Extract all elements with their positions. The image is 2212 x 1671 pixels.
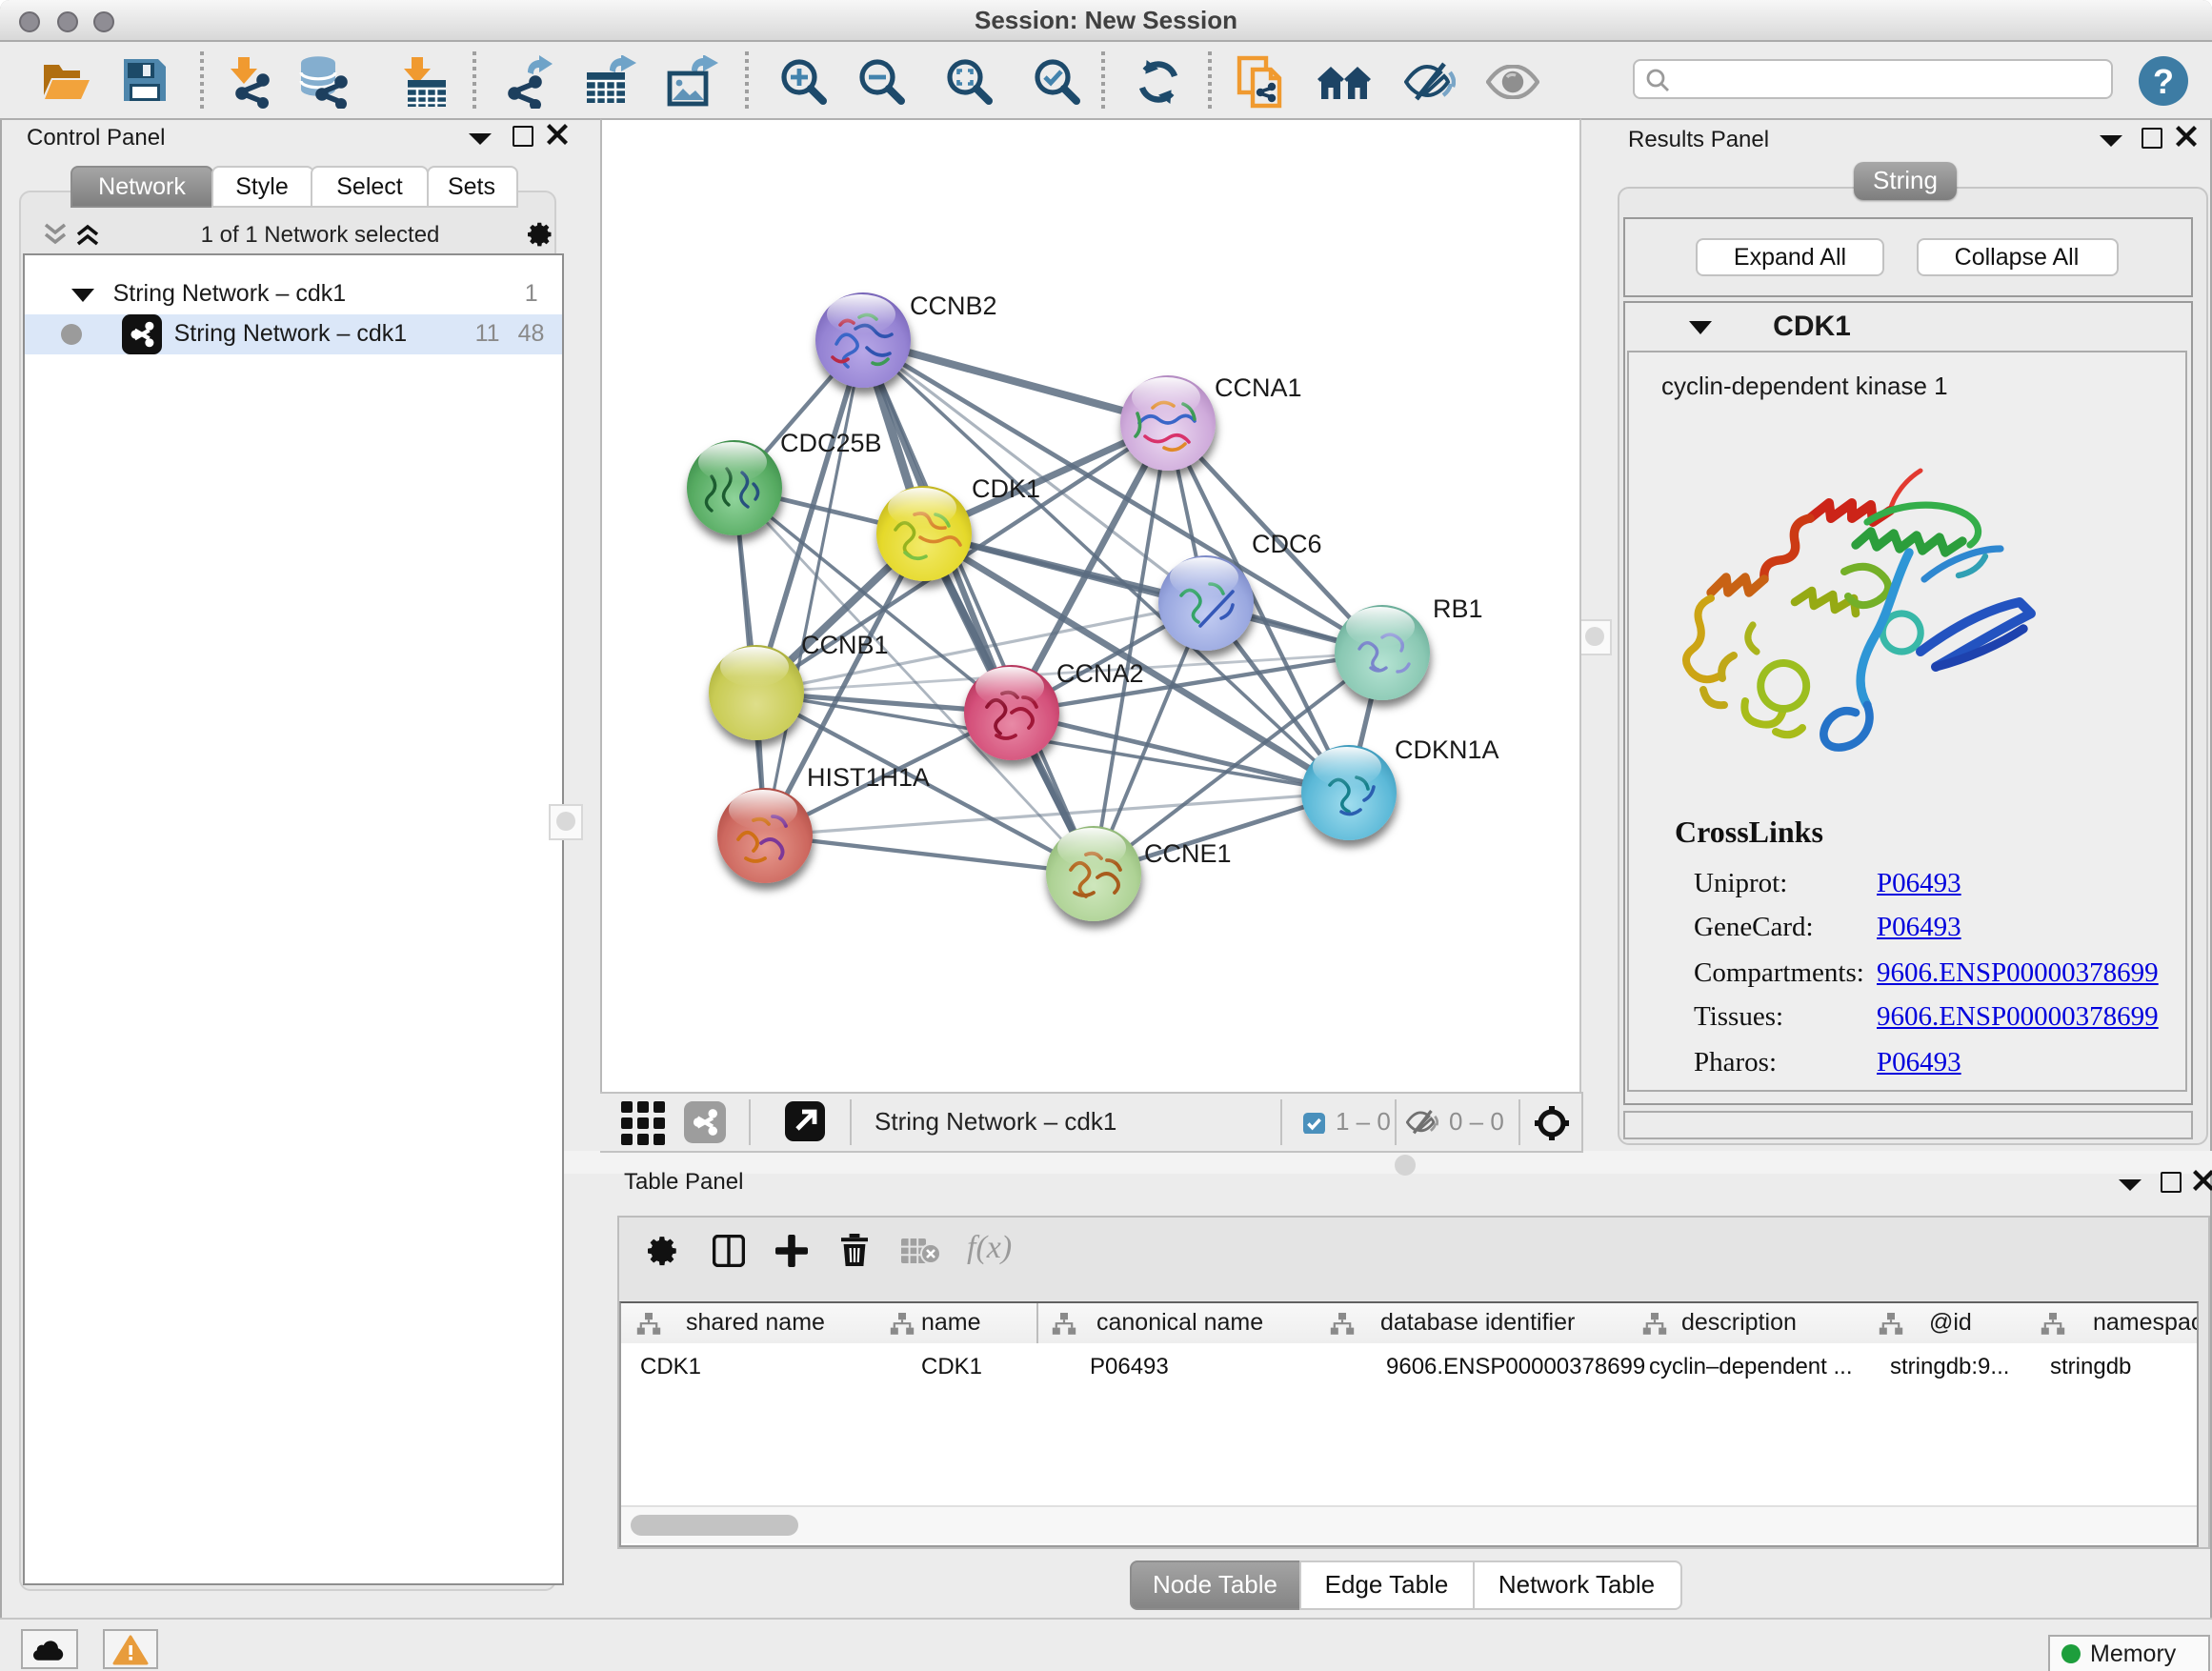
svg-text:CDKN1A: CDKN1A [1395, 735, 1499, 764]
svg-text:CCNA2: CCNA2 [1056, 659, 1144, 688]
svg-text:RB1: RB1 [1433, 594, 1483, 623]
svg-text:HIST1H1A: HIST1H1A [807, 763, 930, 792]
svg-text:?: ? [2153, 62, 2174, 101]
svg-text:CCNE1: CCNE1 [1144, 839, 1232, 868]
svg-text:CDK1: CDK1 [972, 474, 1040, 503]
svg-text:CCNB1: CCNB1 [801, 631, 889, 659]
svg-text:CCNA1: CCNA1 [1215, 373, 1302, 402]
svg-text:CDC6: CDC6 [1252, 530, 1322, 558]
svg-text:CCNB2: CCNB2 [910, 292, 997, 320]
svg-text:CDC25B: CDC25B [780, 429, 882, 457]
